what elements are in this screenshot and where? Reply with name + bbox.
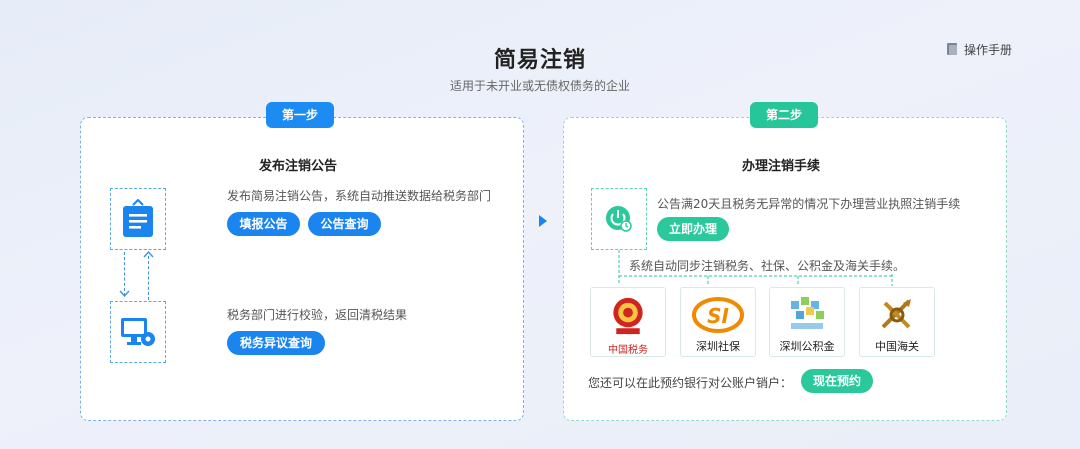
computer-gear-icon bbox=[121, 318, 155, 346]
query-announcement-button[interactable]: 公告查询 bbox=[308, 212, 381, 236]
step1-badge: 第一步 bbox=[266, 102, 334, 128]
announcement-icon-box bbox=[110, 188, 166, 250]
customs-label: 中国海关 bbox=[875, 340, 919, 353]
page-title: 简易注销 bbox=[493, 48, 586, 73]
svg-text:SI: SI bbox=[707, 304, 729, 328]
step2-badge: 第二步 bbox=[750, 102, 818, 128]
up-arrow-line bbox=[148, 256, 149, 300]
sync-text: 系统自动同步注销税务、社保、公积金及海关手续。 bbox=[627, 257, 908, 274]
page-subtitle: 适用于未开业或无债权债务的企业 bbox=[449, 79, 630, 93]
step1-item2-desc: 税务部门进行校验，返回清税结果 bbox=[227, 308, 408, 322]
customs-emblem-icon bbox=[881, 299, 911, 329]
arrow-up-icon bbox=[143, 250, 154, 258]
step1-title: 发布注销公告 bbox=[259, 159, 338, 174]
license-icon-box bbox=[591, 188, 647, 250]
bank-reserve-text: 您还可以在此预约银行对公账户销户： bbox=[588, 376, 793, 390]
social-security-logo-icon: SI bbox=[692, 297, 744, 333]
step2-title: 办理注销手续 bbox=[742, 159, 821, 174]
clipboard-icon bbox=[123, 199, 153, 237]
housing-fund-label: 深圳公积金 bbox=[779, 340, 835, 353]
social-security-label: 深圳社保 bbox=[696, 340, 740, 353]
housing-fund-logo-icon bbox=[791, 297, 824, 329]
tax-logo-text: 中国税务 bbox=[608, 345, 648, 356]
step2-desc: 公告满20天且税务无异常的情况下办理营业执照注销手续 bbox=[657, 197, 961, 211]
fill-announcement-button[interactable]: 填报公告 bbox=[227, 212, 300, 236]
customs-logo: 中国海关 bbox=[859, 287, 935, 357]
tax-dispute-query-button[interactable]: 税务异议查询 bbox=[227, 331, 325, 355]
power-clock-icon bbox=[606, 206, 632, 232]
arrow-down-icon bbox=[119, 290, 130, 298]
tax-check-icon-box bbox=[110, 301, 166, 363]
tax-emblem-icon bbox=[613, 297, 643, 335]
step1-item1-desc: 发布简易注销公告，系统自动推送数据给税务部门 bbox=[227, 189, 492, 203]
tax-logo: 中国税务 bbox=[590, 287, 666, 357]
book-icon bbox=[947, 43, 959, 56]
manual-link[interactable]: 操作手册 bbox=[947, 41, 1012, 58]
chevron-right-icon bbox=[539, 215, 547, 227]
handle-now-button[interactable]: 立即办理 bbox=[657, 217, 729, 241]
social-security-logo: SI 深圳社保 bbox=[680, 287, 756, 357]
manual-label: 操作手册 bbox=[964, 43, 1013, 57]
reserve-now-button[interactable]: 现在预约 bbox=[801, 369, 873, 393]
housing-fund-logo: 深圳公积金 bbox=[769, 287, 845, 357]
